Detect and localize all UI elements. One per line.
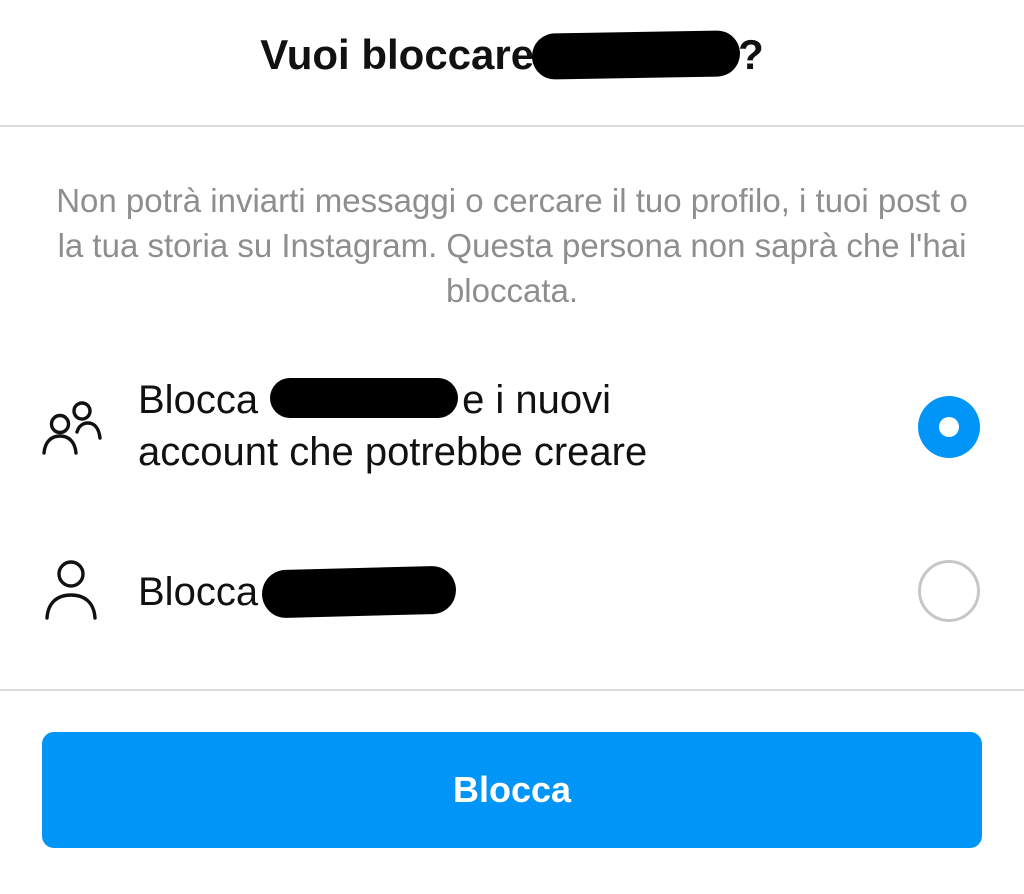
redacted-username bbox=[261, 565, 457, 619]
redacted-username bbox=[270, 378, 459, 419]
option-label-block-user: Blocca bbox=[138, 565, 457, 619]
radio-unselected[interactable] bbox=[918, 560, 980, 622]
person-icon bbox=[38, 556, 104, 627]
block-dialog: Vuoi bloccare ? Non potrà inviarti messa… bbox=[0, 0, 1024, 894]
dialog-header: Vuoi bloccare ? bbox=[0, 0, 1024, 126]
option-label-prefix: Blocca bbox=[138, 378, 259, 422]
option-label-line1: Blocca e i nuovi bbox=[138, 374, 647, 426]
header-divider bbox=[0, 125, 1024, 127]
footer-divider bbox=[0, 689, 1024, 691]
dialog-description: Non potrà inviarti messaggi o cercare il… bbox=[56, 182, 968, 309]
radio-selected[interactable] bbox=[918, 396, 980, 458]
people-icon bbox=[38, 398, 104, 465]
title-suffix: ? bbox=[738, 31, 764, 78]
dialog-title: Vuoi bloccare ? bbox=[260, 30, 764, 80]
option-block-and-new-accounts[interactable]: Blocca e i nuovi account che potrebbe cre… bbox=[0, 370, 1024, 490]
block-button[interactable]: Blocca bbox=[42, 732, 982, 848]
redacted-username bbox=[531, 30, 741, 80]
title-prefix: Vuoi bloccare bbox=[260, 31, 535, 78]
option-label-line2: account che potrebbe creare bbox=[138, 430, 648, 474]
option-block-user[interactable]: Blocca bbox=[0, 548, 1024, 638]
option-label-suffix: e i nuovi bbox=[462, 378, 612, 422]
option-label-prefix: Blocca bbox=[138, 570, 259, 614]
option-label-block-and-new: Blocca e i nuovi account che potrebbe cre… bbox=[138, 374, 647, 478]
radio-dot bbox=[939, 417, 959, 437]
